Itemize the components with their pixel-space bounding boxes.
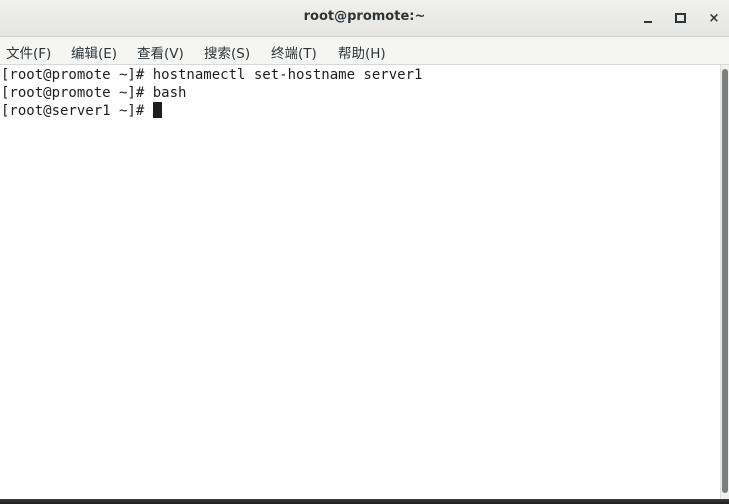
window-title: root@promote:~	[303, 9, 426, 24]
close-icon: ×	[708, 10, 720, 26]
prompt: [root@promote ~]#	[1, 85, 153, 101]
terminal-line: [root@server1 ~]#	[1, 102, 162, 120]
prompt: [root@server1 ~]#	[1, 103, 153, 119]
title-bar[interactable]: root@promote:~ ×	[0, 0, 729, 37]
menu-view[interactable]: 查看(V)	[137, 42, 184, 62]
minimize-button[interactable]	[638, 8, 658, 28]
terminal-line: [root@promote ~]# hostnamectl set-hostna…	[1, 66, 422, 84]
menu-bar: 文件(F) 编辑(E) 查看(V) 搜索(S) 终端(T) 帮助(H)	[0, 37, 729, 65]
command-text: hostnamectl set-hostname server1	[152, 67, 423, 83]
maximize-icon	[674, 13, 686, 23]
menu-file[interactable]: 文件(F)	[6, 42, 51, 62]
command-text: bash	[152, 85, 187, 101]
menu-search[interactable]: 搜索(S)	[204, 42, 250, 62]
menu-edit[interactable]: 编辑(E)	[71, 42, 117, 62]
text-cursor-icon	[152, 102, 162, 118]
vertical-scrollbar[interactable]	[720, 65, 729, 499]
menu-terminal[interactable]: 终端(T)	[271, 42, 317, 62]
prompt: [root@promote ~]#	[1, 67, 153, 83]
terminal-output[interactable]: [root@promote ~]# hostnamectl set-hostna…	[0, 65, 720, 499]
terminal-window: root@promote:~ × 文件(F) 编辑(E) 查看(V) 搜索(S)…	[0, 0, 729, 499]
desktop-panel-edge	[0, 499, 729, 504]
scrollbar-thumb[interactable]	[722, 69, 728, 493]
close-button[interactable]: ×	[704, 8, 724, 28]
maximize-button[interactable]	[670, 8, 690, 28]
menu-help[interactable]: 帮助(H)	[338, 42, 386, 62]
terminal-line: [root@promote ~]# bash	[1, 84, 186, 102]
minimize-icon	[644, 21, 652, 23]
